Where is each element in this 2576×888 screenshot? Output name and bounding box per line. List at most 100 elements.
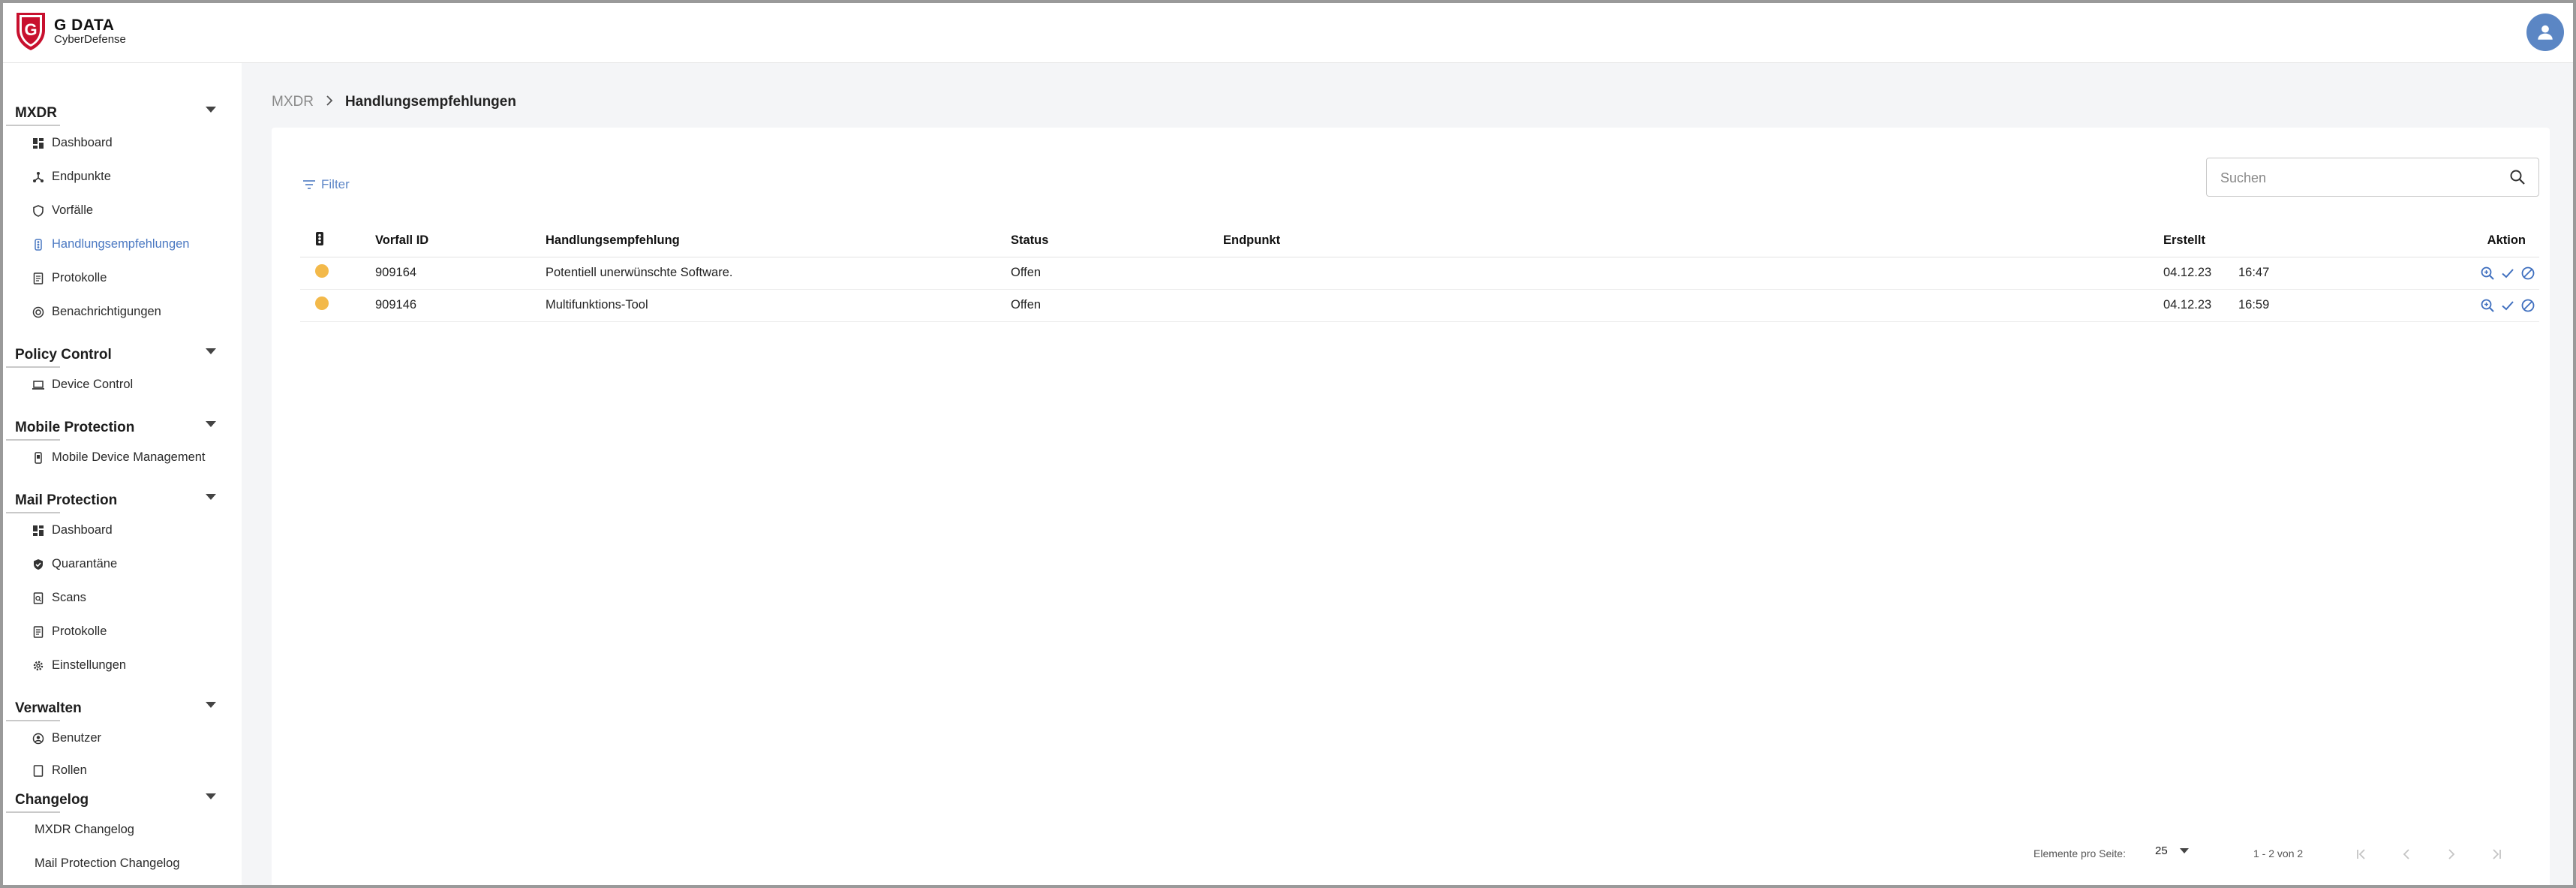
- sidebar-item-handlungsempfehlungen[interactable]: Handlungsempfehlungen: [6, 227, 242, 261]
- sidebar-item-label: Vorfälle: [52, 203, 94, 217]
- sidebar-item-label: Benachrichtigungen: [52, 305, 161, 318]
- date-cell: 04.12.23: [2163, 289, 2238, 322]
- endpunkt-cell: [1223, 289, 2163, 322]
- section-header-changelog[interactable]: Changelog: [6, 783, 242, 813]
- section-header-mobile-protection[interactable]: Mobile Protection: [6, 411, 242, 441]
- main-content: MXDR Handlungsempfehlungen Filter Suchen…: [242, 63, 2573, 885]
- investigate-icon[interactable]: [2479, 297, 2496, 314]
- table-row[interactable]: 909164 Potentiell unerwünschte Software.…: [300, 257, 2539, 290]
- mobile-icon: [32, 451, 45, 465]
- sidebar-item-vorfaelle[interactable]: Vorfälle: [6, 194, 242, 227]
- sidebar-item-label: Quarantäne: [52, 557, 118, 570]
- search-box: [2206, 158, 2539, 197]
- app-window: G G DATA CyberDefense MXDR Dashboard End…: [0, 0, 2576, 888]
- section-header-mail-protection[interactable]: Mail Protection: [6, 483, 242, 513]
- date-cell: 04.12.23: [2163, 257, 2238, 290]
- search-input[interactable]: [2220, 167, 2490, 188]
- column-header-severity[interactable]: [300, 225, 375, 257]
- last-page-button[interactable]: [2485, 843, 2508, 865]
- filter-icon: [303, 180, 315, 189]
- pagination: Elemente pro Seite: 25 1 - 2 von 2: [272, 843, 2550, 865]
- sidebar-item-mail-protection-changelog[interactable]: Mail Protection Changelog: [6, 847, 242, 880]
- user-avatar-button[interactable]: [2526, 14, 2564, 51]
- sidebar-item-benutzer[interactable]: Benutzer: [6, 721, 242, 755]
- time-cell: 16:59: [2238, 289, 2403, 322]
- caret-down-icon: [206, 107, 216, 113]
- check-icon[interactable]: [2499, 297, 2516, 314]
- sidebar-item-label: Dashboard: [52, 523, 113, 537]
- action-cell: [2403, 289, 2539, 322]
- caret-down-icon: [2179, 848, 2189, 853]
- first-page-button[interactable]: [2350, 843, 2373, 865]
- caret-down-icon: [206, 494, 216, 500]
- column-header-handlungsempfehlung[interactable]: Handlungsempfehlung: [546, 225, 1011, 257]
- user-circle-icon: [32, 732, 45, 745]
- per-page-label: Elemente pro Seite:: [2033, 847, 2126, 859]
- logo[interactable]: G G DATA CyberDefense: [14, 11, 126, 53]
- sidebar-item-endpunkte[interactable]: Endpunkte: [6, 160, 242, 194]
- sidebar-item-label: Einstellungen: [52, 658, 127, 672]
- column-header-endpunkt[interactable]: Endpunkt: [1223, 225, 2163, 257]
- filter-button[interactable]: Filter: [302, 177, 350, 192]
- search-icon[interactable]: [2508, 168, 2526, 190]
- section-header-verwalten[interactable]: Verwalten: [6, 691, 242, 721]
- sidebar-item-rollen[interactable]: Rollen: [6, 755, 242, 778]
- sidebar-item-einstellungen[interactable]: Einstellungen: [6, 649, 242, 682]
- sidebar-item-mail-protokolle[interactable]: Protokolle: [6, 615, 242, 649]
- sidebar-item-label: Device Control: [52, 378, 134, 391]
- section-title: Mail Protection: [15, 492, 118, 508]
- section-title: Mobile Protection: [15, 420, 135, 435]
- table-row[interactable]: 909146 Multifunktions-Tool Offen 04.12.2…: [300, 289, 2539, 322]
- section-title: MXDR: [15, 105, 57, 121]
- section-header-policy-control[interactable]: Policy Control: [6, 338, 242, 368]
- dashboard-icon: [32, 524, 45, 537]
- block-icon[interactable]: [2520, 265, 2536, 281]
- investigate-icon[interactable]: [2479, 265, 2496, 281]
- caret-down-icon: [206, 348, 216, 354]
- check-icon[interactable]: [2499, 265, 2516, 281]
- sidebar-item-label: Handlungsempfehlungen: [52, 237, 190, 251]
- block-icon[interactable]: [2520, 297, 2536, 314]
- column-header-erstellt[interactable]: Erstellt: [2163, 225, 2238, 257]
- sidebar-item-protokolle[interactable]: Protokolle: [6, 261, 242, 295]
- caret-down-icon: [206, 793, 216, 799]
- section-title: Policy Control: [15, 347, 112, 363]
- per-page-select[interactable]: 25: [2155, 844, 2189, 857]
- gear-icon: [32, 659, 45, 673]
- previous-page-button[interactable]: [2395, 843, 2418, 865]
- chevron-right-icon: [326, 93, 333, 110]
- action-cell: [2403, 257, 2539, 290]
- handlungsempfehlung-cell: Multifunktions-Tool: [546, 289, 1011, 322]
- traffic-light-icon: [32, 238, 45, 251]
- sidebar-item-device-control[interactable]: Device Control: [6, 368, 242, 402]
- sidebar-item-benachrichtigungen[interactable]: Benachrichtigungen: [6, 295, 242, 329]
- vorfall-id-cell: 909146: [375, 289, 546, 322]
- sidebar-item-mxdr-changelog[interactable]: MXDR Changelog: [6, 813, 242, 847]
- sidebar-item-label: Protokolle: [52, 271, 107, 284]
- breadcrumb: MXDR Handlungsempfehlungen: [272, 93, 516, 110]
- recommendations-card: Filter Vorfall ID: [272, 128, 2550, 885]
- user-icon: [2538, 25, 2553, 40]
- next-page-button[interactable]: [2440, 843, 2463, 865]
- laptop-icon: [32, 378, 45, 392]
- sidebar-item-mail-dashboard[interactable]: Dashboard: [6, 513, 242, 547]
- sidebar-item-mobile-device-management[interactable]: Mobile Device Management: [6, 441, 242, 474]
- traffic-light-icon: [316, 232, 323, 246]
- column-header-aktion: Aktion: [2403, 225, 2539, 257]
- sidebar-item-quarantaene[interactable]: Quarantäne: [6, 547, 242, 581]
- severity-cell: [300, 257, 375, 290]
- breadcrumb-current: Handlungsempfehlungen: [344, 93, 516, 110]
- sidebar-section-mxdr: MXDR Dashboard Endpunkte Vorfälle Handlu…: [6, 96, 242, 329]
- section-header-mxdr[interactable]: MXDR: [6, 96, 242, 126]
- sidebar-section-policy-control: Policy Control Device Control: [6, 338, 242, 402]
- section-title: Verwalten: [15, 700, 82, 716]
- breadcrumb-root-link[interactable]: MXDR: [272, 94, 314, 110]
- filter-label: Filter: [321, 177, 350, 191]
- section-title: Changelog: [15, 792, 89, 808]
- sidebar-section-verwalten: Verwalten Benutzer Rollen: [6, 691, 242, 789]
- sidebar-item-dashboard[interactable]: Dashboard: [6, 126, 242, 160]
- status-cell: Offen: [1011, 289, 1223, 322]
- column-header-status[interactable]: Status: [1011, 225, 1223, 257]
- column-header-vorfall-id[interactable]: Vorfall ID: [375, 225, 546, 257]
- sidebar-item-scans[interactable]: Scans: [6, 581, 242, 615]
